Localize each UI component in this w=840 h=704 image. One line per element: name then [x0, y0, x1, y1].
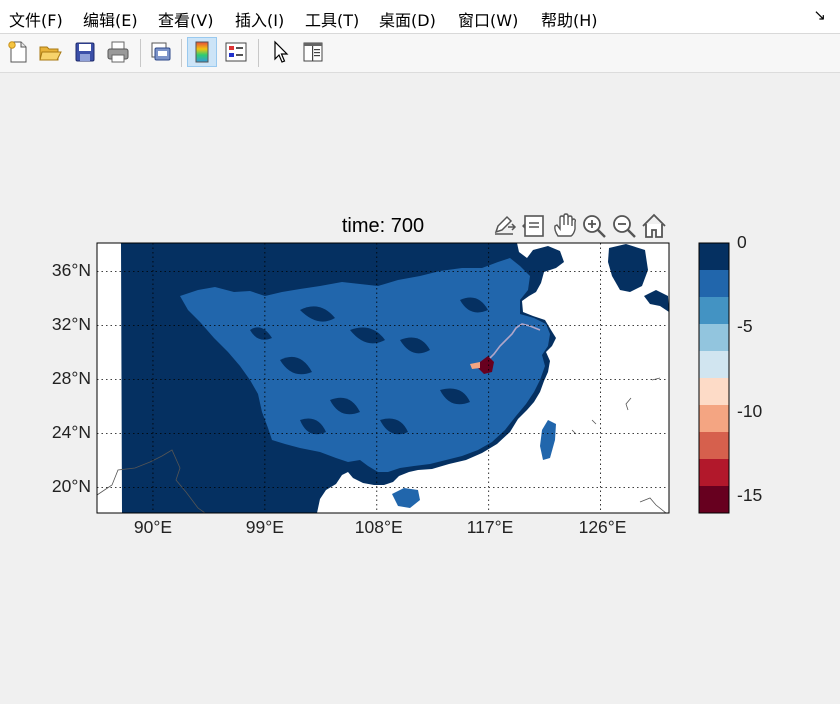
- y-tick-label: 28°N: [51, 368, 91, 389]
- x-tick-label: 117°E: [466, 517, 514, 537]
- colorbar-tick-label: -5: [737, 316, 753, 337]
- x-tick-label: 99°E: [245, 517, 284, 537]
- y-tick-label: 20°N: [51, 476, 91, 497]
- colorbar-segment: [699, 351, 729, 379]
- x-tick-label: 108°E: [354, 517, 403, 537]
- colorbar-segment: [699, 486, 729, 514]
- colorbar-segment: [699, 432, 729, 460]
- colorbar-segment: [699, 270, 729, 298]
- y-tick-label: 32°N: [51, 314, 91, 335]
- colorbar-segment: [699, 405, 729, 433]
- x-tick-label: 126°E: [578, 517, 627, 537]
- colorbar-segment: [699, 378, 729, 406]
- y-tick-label: 24°N: [51, 422, 91, 443]
- colorbar-tick-label: -15: [737, 485, 763, 506]
- colorbar-segment: [699, 459, 729, 487]
- colorbar-tick-label: -10: [737, 400, 763, 421]
- colorbar: [698, 242, 730, 514]
- colorbar-tick-label: 0: [737, 232, 747, 252]
- map-chart: [96, 242, 730, 514]
- colorbar-segment: [699, 297, 729, 325]
- x-tick-label: 90°E: [133, 517, 173, 537]
- colorbar-segment: [699, 243, 729, 271]
- colorbar-segment: [699, 324, 729, 352]
- y-tick-label: 36°N: [51, 260, 91, 281]
